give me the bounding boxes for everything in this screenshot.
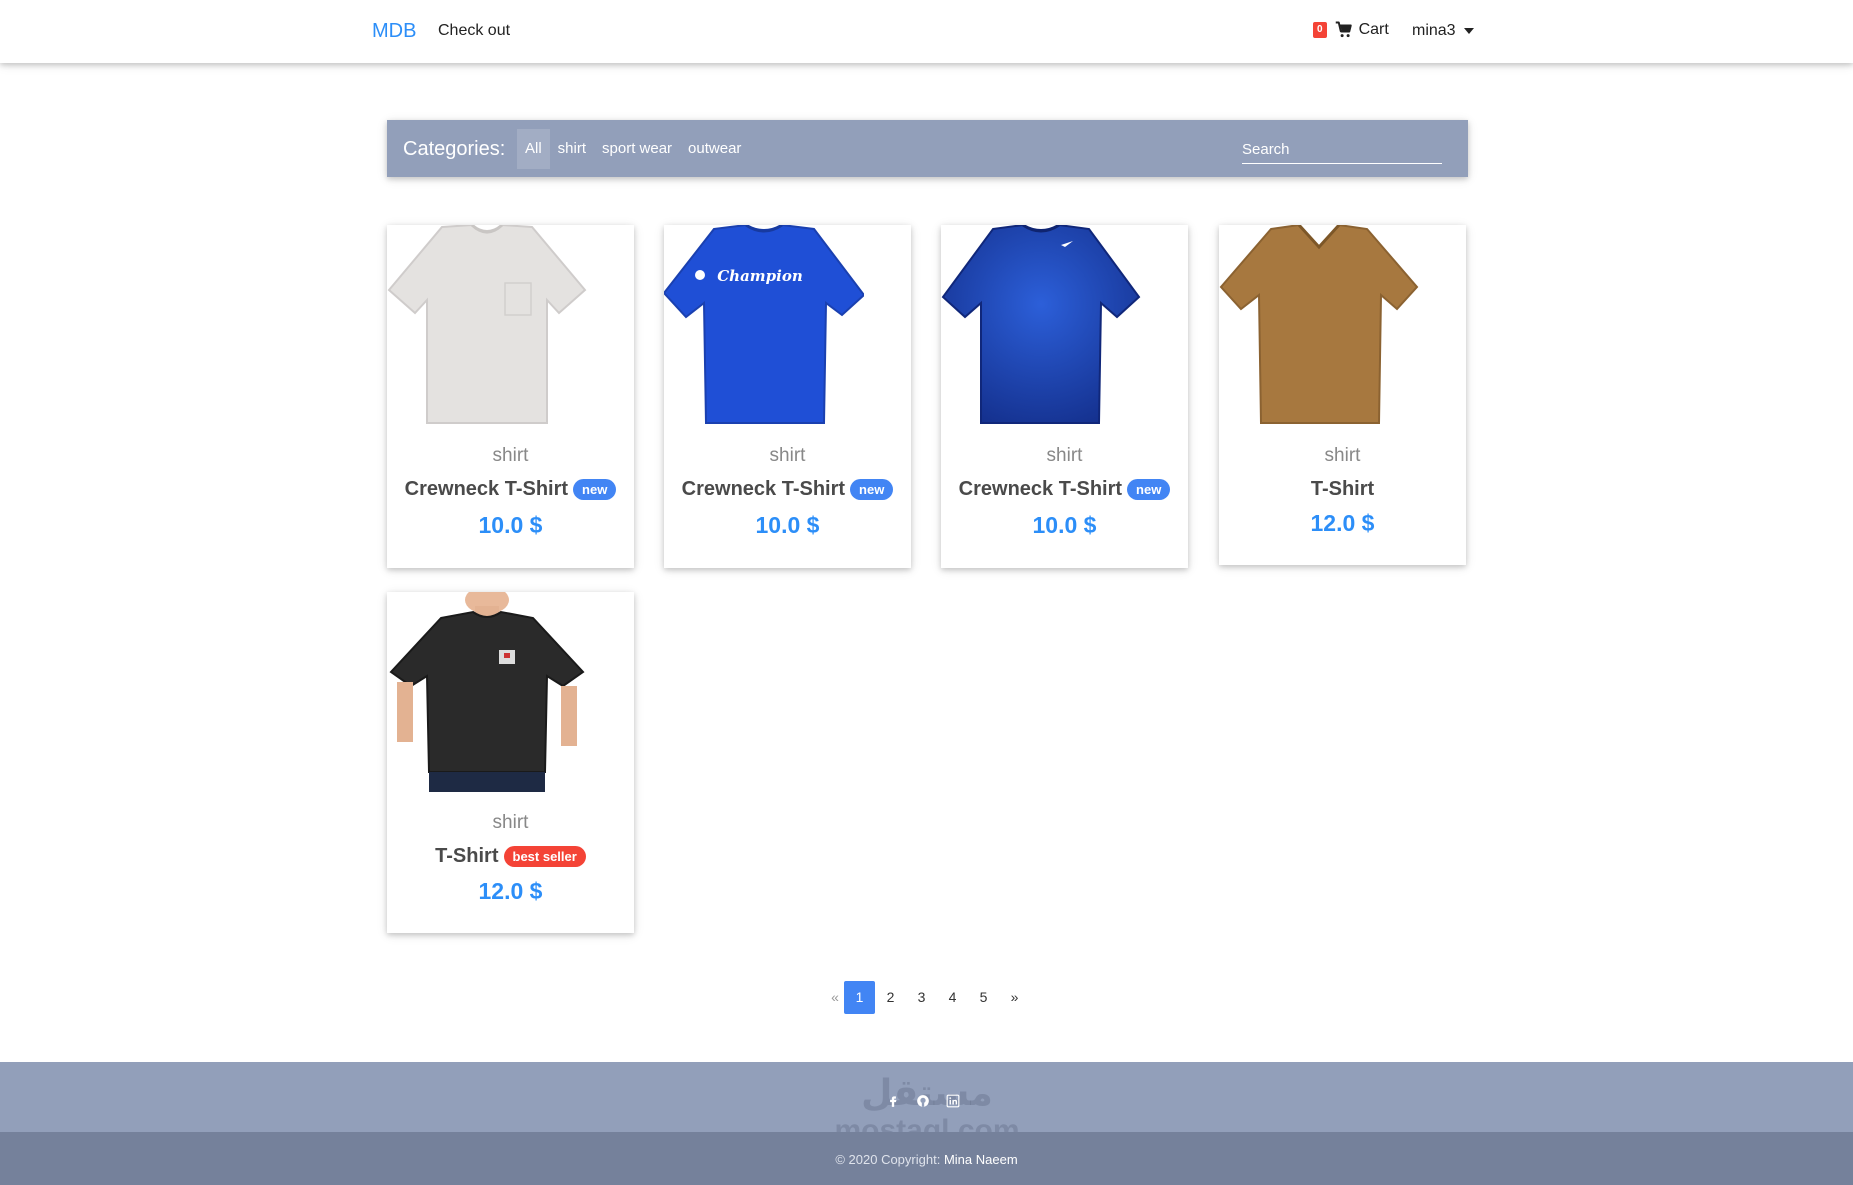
- new-badge: new: [1127, 479, 1171, 500]
- github-icon[interactable]: [912, 1090, 934, 1112]
- category-list: All shirt sport wear outwear: [517, 129, 749, 169]
- best-seller-badge: best seller: [503, 846, 586, 867]
- category-bar: Categories: All shirt sport wear outwear: [387, 120, 1468, 177]
- product-name-row: Crewneck T-Shirt new: [387, 478, 634, 501]
- user-name: mina3: [1412, 22, 1456, 39]
- product-name: T-Shirt: [435, 845, 499, 867]
- cart-link[interactable]: 0 Cart: [1313, 21, 1389, 39]
- copyright-prefix: © 2020 Copyright:: [835, 1152, 941, 1167]
- product-image-black-pocket-tshirt[interactable]: [387, 592, 587, 792]
- product-category: shirt: [492, 445, 529, 466]
- product-price: 12.0 $: [1310, 510, 1375, 536]
- product-price: 12.0 $: [478, 878, 543, 904]
- page-5[interactable]: 5: [968, 981, 999, 1014]
- product-price: 10.0 $: [1032, 512, 1097, 538]
- product-category: shirt: [1324, 445, 1361, 466]
- social-links: [878, 1090, 968, 1112]
- product-image-navy-sport-tshirt[interactable]: [941, 225, 1141, 425]
- product-category: shirt: [769, 445, 806, 466]
- cart-label: Cart: [1358, 21, 1389, 38]
- copyright-text: © 2020 Copyright: Mina Naeem: [0, 1152, 1853, 1167]
- category-shirt[interactable]: shirt: [550, 129, 594, 169]
- pagination-next[interactable]: »: [999, 981, 1030, 1014]
- product-category: shirt: [492, 812, 529, 833]
- new-badge: new: [850, 479, 894, 500]
- top-navbar: MDB Check out 0 Cart mina3: [0, 0, 1853, 63]
- page-4[interactable]: 4: [937, 981, 968, 1014]
- user-dropdown[interactable]: mina3: [1412, 22, 1474, 40]
- page-3[interactable]: 3: [906, 981, 937, 1014]
- new-badge: new: [573, 479, 617, 500]
- page-1[interactable]: 1: [844, 981, 875, 1014]
- product-name-row: T-Shirt best seller: [387, 845, 634, 868]
- footer-copyright-bar: © 2020 Copyright: Mina Naeem: [0, 1132, 1853, 1185]
- caret-down-icon: [1463, 28, 1474, 34]
- shopping-cart-icon: [1335, 21, 1352, 38]
- category-all[interactable]: All: [517, 129, 550, 169]
- product-name: T-Shirt: [1310, 478, 1375, 500]
- product-name: Crewneck T-Shirt: [681, 478, 846, 500]
- product-name: Crewneck T-Shirt: [404, 478, 569, 500]
- product-image-white-tshirt[interactable]: [387, 225, 587, 425]
- product-price: 10.0 $: [478, 512, 543, 538]
- product-card[interactable]: shirt T-Shirt best seller 12.0 $: [387, 592, 634, 933]
- checkout-link[interactable]: Check out: [438, 22, 510, 40]
- product-name-row: Crewneck T-Shirt new: [664, 478, 911, 501]
- linkedin-icon[interactable]: [942, 1090, 964, 1112]
- brand-logo-link[interactable]: MDB: [372, 20, 416, 43]
- search-input[interactable]: [1242, 135, 1442, 164]
- product-name-row: Crewneck T-Shirt new: [941, 478, 1188, 501]
- product-image-blue-champion-tshirt[interactable]: Champion: [664, 225, 864, 425]
- svg-text:Champion: Champion: [717, 267, 803, 285]
- category-sport-wear[interactable]: sport wear: [594, 129, 680, 169]
- product-name-row: T-Shirt: [1219, 478, 1466, 501]
- page-2[interactable]: 2: [875, 981, 906, 1014]
- category-outwear[interactable]: outwear: [680, 129, 749, 169]
- product-card[interactable]: Champion shirt Crewneck T-Shirt new 10.0…: [664, 225, 911, 568]
- copyright-author-link[interactable]: Mina Naeem: [944, 1152, 1018, 1167]
- facebook-icon[interactable]: [882, 1090, 904, 1112]
- categories-title: Categories:: [403, 138, 506, 160]
- product-card[interactable]: shirt Crewneck T-Shirt new 10.0 $: [387, 225, 634, 568]
- product-card[interactable]: shirt T-Shirt 12.0 $: [1219, 225, 1466, 565]
- cart-count-badge: 0: [1313, 22, 1327, 38]
- footer: مستقل mostaql.com © 2020 Copyright: Mina…: [0, 1062, 1853, 1185]
- product-price: 10.0 $: [755, 512, 820, 538]
- product-name: Crewneck T-Shirt: [958, 478, 1123, 500]
- pagination: « 1 2 3 4 5 »: [826, 981, 1030, 1014]
- product-image-brown-vneck-tshirt[interactable]: [1219, 225, 1419, 425]
- product-card[interactable]: shirt Crewneck T-Shirt new 10.0 $: [941, 225, 1188, 568]
- pagination-prev[interactable]: «: [826, 981, 844, 1014]
- product-category: shirt: [1046, 445, 1083, 466]
